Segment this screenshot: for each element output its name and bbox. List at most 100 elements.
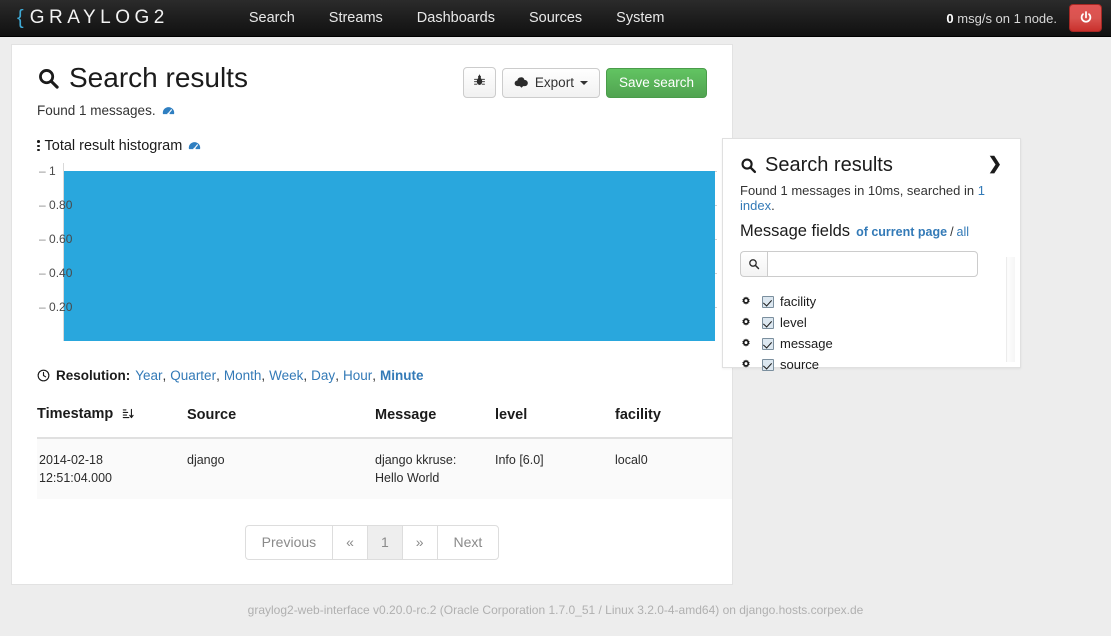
navbar-right: 0 msg/s on 1 node.	[946, 4, 1111, 32]
pagination-next[interactable]: Next	[437, 525, 500, 560]
cell-facility: local0	[615, 438, 732, 499]
gauge-icon[interactable]	[162, 104, 175, 117]
cell-source: django	[187, 438, 375, 499]
pagination-last[interactable]: »	[402, 525, 437, 560]
column-header-message[interactable]: Message	[375, 406, 495, 438]
y-tick-1: – 1	[39, 164, 83, 178]
resolution-option-year[interactable]: Year	[135, 368, 162, 383]
gear-icon[interactable]	[740, 359, 752, 371]
export-button-label: Export	[535, 75, 574, 91]
field-row-message[interactable]: message	[740, 333, 1003, 354]
search-icon	[740, 251, 767, 277]
page-title-text: Search results	[69, 63, 248, 94]
action-buttons: Export Save search	[463, 63, 707, 98]
search-sidebar-panel: ❯ Search results Found 1 messages in 10m…	[722, 138, 1021, 368]
fields-scope-current-page[interactable]: of current page	[856, 225, 947, 239]
found-prefix: Found 1 messages in 10ms, searched in	[740, 183, 978, 198]
resolution-option-week[interactable]: Week	[269, 368, 303, 383]
sidebar-found-text: Found 1 messages in 10ms, searched in 1 …	[740, 183, 1003, 213]
found-suffix: .	[771, 198, 775, 213]
pagination-page-1[interactable]: 1	[367, 525, 402, 560]
footer: graylog2-web-interface v0.20.0-rc.2 (Ora…	[0, 603, 1111, 617]
y-tick-060: – 0.60	[39, 232, 83, 246]
fields-scope-all[interactable]: all	[957, 225, 970, 239]
field-label-message: message	[780, 336, 833, 351]
magnifier-icon	[740, 157, 757, 174]
top-navbar: { GRAYLOG2 Search Streams Dashboards Sou…	[0, 0, 1111, 37]
field-checkbox-source[interactable]	[762, 359, 774, 371]
throughput-status: 0 msg/s on 1 node.	[946, 11, 1057, 26]
nav-item-search[interactable]: Search	[232, 0, 312, 37]
throughput-text: msg/s on 1 node.	[954, 11, 1057, 26]
nav-links: Search Streams Dashboards Sources System	[232, 0, 682, 37]
cell-message: django kkruse: Hello World	[375, 438, 495, 499]
column-header-facility[interactable]: facility	[615, 406, 732, 438]
field-checkbox-message[interactable]	[762, 338, 774, 350]
column-header-timestamp[interactable]: Timestamp	[37, 406, 187, 438]
y-tick-040: – 0.40	[39, 266, 83, 280]
histogram-chart[interactable]: – 1 – 0.80 – 0.60 – 0.40 – 0.20	[39, 163, 717, 341]
nav-item-streams[interactable]: Streams	[312, 0, 400, 37]
bug-icon	[473, 74, 486, 91]
field-row-source[interactable]: source	[740, 354, 1003, 375]
column-header-source[interactable]: Source	[187, 406, 375, 438]
gear-icon[interactable]	[740, 317, 752, 329]
message-fields-label: Message fields	[740, 222, 850, 241]
result-count-text: Found 1 messages.	[37, 103, 156, 118]
gear-icon[interactable]	[740, 296, 752, 308]
results-table: Timestamp Source Message level facili	[37, 406, 732, 499]
y-tick-080: – 0.80	[39, 198, 83, 212]
sidebar-scrollbar-thumb[interactable]	[1008, 257, 1015, 362]
chevron-down-icon	[580, 81, 588, 85]
result-count: Found 1 messages.	[37, 103, 248, 118]
field-checkbox-level[interactable]	[762, 317, 774, 329]
field-checkbox-facility[interactable]	[762, 296, 774, 308]
grip-dots-icon[interactable]	[37, 140, 40, 151]
y-tick-020: – 0.20	[39, 300, 83, 314]
column-header-level[interactable]: level	[495, 406, 615, 438]
field-label-level: level	[780, 315, 807, 330]
gear-icon[interactable]	[740, 338, 752, 350]
export-button[interactable]: Export	[502, 68, 600, 98]
pagination-previous[interactable]: Previous	[245, 525, 332, 560]
field-search-input[interactable]	[767, 251, 978, 277]
app-root: { GRAYLOG2 Search Streams Dashboards Sou…	[0, 0, 1111, 636]
resolution-option-minute[interactable]: Minute	[380, 368, 424, 383]
debug-button[interactable]	[463, 67, 496, 98]
cell-timestamp: 2014-02-18 12:51:04.000	[37, 438, 187, 499]
power-button[interactable]	[1069, 4, 1102, 32]
sidebar-title-text: Search results	[765, 154, 893, 177]
chevron-right-icon[interactable]: ❯	[988, 155, 1002, 172]
table-row[interactable]: 2014-02-18 12:51:04.000 django django kk…	[37, 438, 732, 499]
cloud-download-icon	[514, 76, 529, 89]
sort-desc-icon	[122, 408, 134, 424]
resolution-option-day[interactable]: Day	[311, 368, 335, 383]
message-fields-scope: of current page/all	[856, 225, 969, 239]
nav-item-system[interactable]: System	[599, 0, 681, 37]
nav-item-dashboards[interactable]: Dashboards	[400, 0, 512, 37]
search-results-card: Search results Found 1 messages.	[11, 44, 733, 585]
message-field-list: facility level	[740, 291, 1003, 375]
resolution-option-month[interactable]: Month	[224, 368, 262, 383]
nav-item-sources[interactable]: Sources	[512, 0, 599, 37]
field-row-facility[interactable]: facility	[740, 291, 1003, 312]
sidebar-title: Search results	[740, 154, 1003, 177]
resolution-option-quarter[interactable]: Quarter	[170, 368, 216, 383]
sidebar-scrollbar[interactable]	[1006, 257, 1015, 362]
brand-brace-icon: {	[17, 7, 24, 30]
pagination-first[interactable]: «	[332, 525, 367, 560]
gauge-icon[interactable]	[188, 139, 201, 152]
brand-logo[interactable]: { GRAYLOG2	[17, 7, 169, 30]
pagination: Previous « 1 » Next	[37, 525, 707, 560]
clock-icon	[37, 369, 50, 382]
resolution-option-hour[interactable]: Hour	[343, 368, 372, 383]
histogram-heading: Total result histogram	[37, 138, 707, 154]
field-search	[740, 251, 978, 277]
chart-plot-area	[64, 163, 717, 341]
header-row: Search results Found 1 messages.	[37, 63, 707, 118]
field-label-facility: facility	[780, 294, 816, 309]
throughput-count: 0	[946, 11, 953, 26]
field-row-level[interactable]: level	[740, 312, 1003, 333]
histogram-heading-text: Total result histogram	[45, 138, 183, 154]
save-search-button[interactable]: Save search	[606, 68, 707, 98]
